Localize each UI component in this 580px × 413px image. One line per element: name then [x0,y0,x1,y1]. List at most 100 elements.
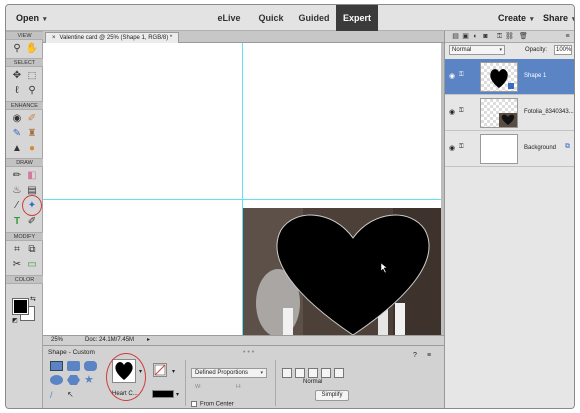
zoom-level[interactable]: 25% [51,336,63,345]
chevron-down-icon: ▾ [530,16,534,23]
spot-healing-tool-icon[interactable]: ✐ [25,112,39,125]
background-lock-icon[interactable]: ⧉ [565,143,570,151]
layer-mask-icon[interactable]: ◙ [481,32,490,41]
panel-menu-icon[interactable]: ≡ [563,32,572,41]
delete-icon[interactable]: 🗑 [519,32,528,41]
lock-icon[interactable]: ⚿ [459,72,464,79]
add-shape-area-icon[interactable] [295,368,305,378]
brush-tool-icon[interactable]: ✏ [10,169,24,182]
content-aware-move-tool-icon[interactable]: ✂ [10,258,24,271]
smart-brush-tool-icon[interactable]: ✎ [10,127,24,140]
mode-quick[interactable]: Quick [250,5,292,31]
mode-expert[interactable]: Expert [336,5,378,31]
hand-tool-icon[interactable]: ✋ [25,42,39,55]
move-tool-icon[interactable]: ✥ [10,69,24,82]
paint-bucket-tool-icon[interactable]: ♨ [10,184,24,197]
layer-name: Shape 1 [524,73,547,79]
from-center-checkbox[interactable]: From Center [191,401,234,408]
proportions-select[interactable]: Defined Proportions ▾ [191,368,267,378]
marquee-tool-icon[interactable]: ⬚ [25,69,39,82]
chevron-down-icon[interactable]: ▾ [176,391,179,398]
shape-mode-label: Normal [303,379,323,385]
new-shape-area-icon[interactable] [282,368,292,378]
from-center-label: From Center [200,401,234,408]
chevron-down-icon[interactable]: ▾ [172,368,175,375]
subtract-shape-area-icon[interactable] [308,368,318,378]
chevron-right-icon[interactable]: ▸ [147,336,150,345]
share-label: Share [543,13,569,23]
canvas[interactable] [43,43,441,335]
blend-mode-select[interactable]: Normal ▾ [449,45,505,55]
foreground-color-swatch[interactable] [12,298,29,315]
options-menu-icon[interactable]: ≡ [427,352,431,359]
layer-row-fotolia[interactable]: ◉ ⚿ Fotolia_8340343... [445,95,574,131]
quick-selection-tool-icon[interactable]: ⚲ [25,84,39,97]
rounded-rectangle-shape-button[interactable] [84,361,97,371]
layers-panel: ▤ ▣ ◐ ◙ ⚿ ⛓ 🗑 ≡ Normal ▾ Opacity: 100% ◉ … [444,31,574,408]
layer-row-background[interactable]: ◉ ⚿ Background ⧉ [445,131,574,167]
zoom-tool-icon[interactable]: ⚲ [10,42,24,55]
cat-photo-layer[interactable] [243,208,441,335]
lock-icon[interactable]: ⚿ [459,108,464,115]
create-label: Create [498,13,527,23]
open-label: Open [16,13,40,23]
star-shape-button[interactable]: ★ [84,375,97,386]
lasso-tool-icon[interactable]: ℓ [10,84,24,97]
clone-stamp-tool-icon[interactable]: ♜ [25,127,39,140]
new-layer-icon[interactable]: ▤ [451,32,460,41]
simplify-button[interactable]: Simplify [315,390,349,401]
no-fill-style-icon[interactable] [153,363,167,377]
adjustment-layer-icon[interactable]: ◐ [471,32,480,41]
shape-color-swatch[interactable] [152,390,174,398]
blur-tool-icon[interactable]: ▲ [10,142,24,155]
sponge-tool-icon[interactable]: ● [25,142,39,155]
chevron-down-icon: ▾ [572,16,574,23]
type-tool-icon[interactable]: T [10,215,24,228]
eye-icon[interactable]: ◉ [449,144,455,152]
shape-selection-button[interactable]: ↖ [67,390,80,400]
red-eye-tool-icon[interactable]: ◉ [10,112,24,125]
chevron-down-icon: ▾ [43,16,47,23]
layer-name: Background [524,145,557,151]
layer-thumbnail [480,134,518,164]
document-tab-title: Valentine card @ 25% (Shape 1, RGB/8) * [59,35,173,41]
polygon-shape-button[interactable] [67,375,80,385]
custom-shape-button[interactable] [50,361,63,371]
mode-elive[interactable]: eLive [208,5,250,31]
line-shape-button[interactable]: / [50,390,63,400]
eye-icon[interactable]: ◉ [449,108,455,116]
document-tab-bar: × Valentine card @ 25% (Shape 1, RGB/8) * [43,31,444,43]
straighten-tool-icon[interactable]: ▭ [25,258,39,271]
lock-icon[interactable]: ⚿ [459,144,464,151]
help-icon[interactable]: ? [413,352,417,359]
mode-guided[interactable]: Guided [292,5,336,31]
ellipse-shape-button[interactable] [50,375,63,385]
new-group-icon[interactable]: ▣ [461,32,470,41]
open-button[interactable]: Open ▾ [16,13,47,23]
layer-row-shape-1[interactable]: ◉ ⚿ Shape 1 [445,59,574,95]
section-enhance: ENHANCE [6,101,43,110]
photo-with-heart-shape [243,208,441,335]
opacity-input[interactable]: 100% [554,45,572,55]
no-fill-icon [154,364,166,376]
rectangle-shape-button[interactable] [67,361,80,371]
eye-icon[interactable]: ◉ [449,72,455,80]
link-icon[interactable]: ⛓ [505,32,514,41]
crop-tool-icon[interactable]: ⌗ [10,243,24,256]
swap-colors-icon[interactable]: ⇆ [30,295,36,303]
default-colors-icon[interactable]: ◩ [12,317,18,324]
intersect-shape-area-icon[interactable] [321,368,331,378]
section-draw: DRAW [6,158,43,167]
pencil-tool-icon[interactable]: ✐ [25,215,39,228]
document-tab[interactable]: × Valentine card @ 25% (Shape 1, RGB/8) * [45,32,180,43]
document-size: Doc: 24.1M/7.45M [85,337,135,343]
exclude-shape-area-icon[interactable] [334,368,344,378]
close-icon[interactable]: × [52,35,56,41]
lock-icon[interactable]: ⚿ [495,32,504,41]
recompose-tool-icon[interactable]: ⧉ [25,243,39,256]
create-button[interactable]: Create ▾ [498,13,534,23]
top-bar: Open ▾ eLive Quick Guided Expert Create ▾ … [6,5,574,31]
share-button[interactable]: Share▾ [543,13,574,23]
eraser-tool-icon[interactable]: ◧ [25,169,39,182]
checkbox-box[interactable] [191,401,197,407]
